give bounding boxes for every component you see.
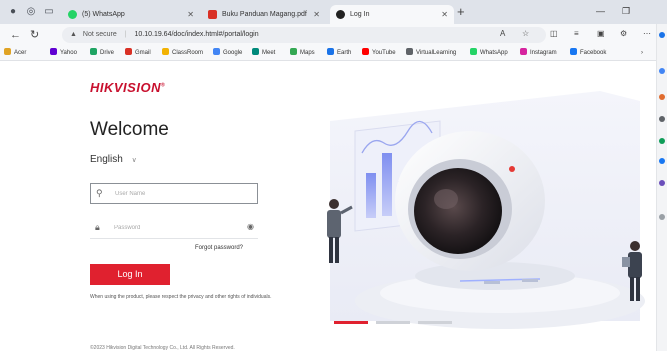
bookmark-classroom[interactable]: ClassRoom	[162, 48, 203, 59]
browser-tab-bar: ● ◎ ▭ (5) WhatsApp ✕ Buku Panduan Magang…	[0, 0, 667, 24]
tab-title: Buku Panduan Magang.pdf	[222, 11, 307, 18]
close-icon[interactable]: ✕	[187, 5, 194, 24]
bookmark-google[interactable]: Google	[213, 48, 242, 59]
carousel-dot[interactable]	[418, 321, 452, 324]
sidebar-games-icon[interactable]	[659, 138, 665, 144]
new-tab-icon[interactable]: +	[457, 4, 465, 20]
bookmark-whatsapp[interactable]: WhatsApp	[470, 48, 508, 59]
collections-icon[interactable]: ▣	[597, 29, 605, 38]
sidebar-add-icon[interactable]	[659, 214, 665, 220]
bookmark-acer[interactable]: Acer	[4, 48, 26, 59]
tab-title: (5) WhatsApp	[82, 11, 125, 18]
language-label: English	[90, 154, 123, 165]
tab-actions-icon[interactable]: ▭	[42, 5, 56, 19]
sidebar-copilot-icon[interactable]	[659, 32, 665, 38]
welcome-heading: Welcome	[90, 119, 169, 140]
password-field[interactable]: 🔒︎ ◉	[90, 218, 258, 239]
user-icon: ⚲	[96, 188, 103, 198]
bookmark-facebook[interactable]: Facebook	[570, 48, 606, 59]
sidebar-outlook-icon[interactable]	[659, 180, 665, 186]
close-icon[interactable]: ✕	[313, 5, 320, 24]
bookmarks-bar: Acer Yahoo Drive Gmail ClassRoom Google …	[0, 46, 667, 61]
login-page: HIKVISION® Welcome English ∨ ⚲ 🔒︎ ◉ Forg…	[0, 61, 656, 351]
login-button[interactable]: Log In	[90, 264, 170, 285]
carousel-dot[interactable]	[376, 321, 410, 324]
minimize-icon[interactable]: —	[596, 6, 605, 16]
camera-illustration	[395, 131, 545, 271]
extensions-icon[interactable]: ⚙	[620, 29, 627, 38]
warning-icon: ▲	[70, 31, 77, 38]
workspaces-icon[interactable]: ◎	[24, 5, 38, 19]
bookmark-yahoo[interactable]: Yahoo	[50, 48, 77, 59]
split-screen-icon[interactable]: ◫	[550, 29, 558, 38]
hide-password-icon[interactable]: ◉	[247, 222, 254, 231]
tab-login[interactable]: Log In ✕	[330, 5, 454, 24]
carousel-dot-active[interactable]	[334, 321, 368, 324]
url-text: 10.10.19.64/doc/index.html#/portal/login	[134, 31, 259, 38]
refresh-icon[interactable]: ↻	[30, 28, 39, 42]
camera-favicon-icon	[336, 10, 345, 19]
chevron-down-icon: ∨	[131, 157, 137, 164]
pdf-icon	[208, 10, 217, 19]
back-icon[interactable]: ←	[10, 28, 21, 42]
privacy-notice: When using the product, please respect t…	[90, 294, 272, 300]
device-box	[484, 281, 500, 284]
bookmark-drive[interactable]: Drive	[90, 48, 114, 59]
youtube-icon	[362, 48, 369, 55]
hero-illustration	[327, 91, 645, 329]
username-field[interactable]: ⚲	[90, 183, 258, 204]
tab-whatsapp[interactable]: (5) WhatsApp ✕	[62, 5, 200, 24]
bookmark-maps[interactable]: Maps	[290, 48, 315, 59]
sidebar-office-icon[interactable]	[659, 158, 665, 164]
drive-icon	[90, 48, 97, 55]
profile-icon[interactable]: ●	[6, 5, 20, 19]
whatsapp-icon	[68, 10, 77, 19]
whatsapp-icon	[470, 48, 477, 55]
google-icon	[213, 48, 220, 55]
copyright-text: ©2023 Hikvision Digital Technology Co., …	[90, 345, 235, 351]
more-bookmarks-icon[interactable]: ›	[641, 48, 643, 59]
restore-icon[interactable]: ❐	[622, 6, 630, 17]
device-box	[522, 279, 538, 282]
bookmark-gmail[interactable]: Gmail	[125, 48, 151, 59]
bookmark-instagram[interactable]: Instagram	[520, 48, 557, 59]
bookmark-earth[interactable]: Earth	[327, 48, 351, 59]
tab-title: Log In	[350, 11, 370, 18]
instagram-icon	[520, 48, 527, 55]
bookmark-virtuallearning[interactable]: VirtualLearning	[406, 48, 456, 59]
url-field[interactable]: ▲ Not secure | 10.10.19.64/doc/index.htm…	[62, 27, 546, 43]
username-input[interactable]	[115, 187, 235, 201]
hikvision-logo: HIKVISION®	[90, 80, 166, 95]
facebook-icon	[570, 48, 577, 55]
earth-icon	[327, 48, 334, 55]
bookmark-meet[interactable]: Meet	[252, 48, 275, 59]
lock-icon: 🔒︎	[95, 222, 100, 232]
not-secure-label: Not secure	[82, 31, 117, 38]
meet-icon	[252, 48, 259, 55]
address-bar-row: ← ↻ ▲ Not secure | 10.10.19.64/doc/index…	[0, 24, 667, 46]
yahoo-icon	[50, 48, 57, 55]
classroom-icon	[162, 48, 169, 55]
page-icon	[406, 48, 413, 55]
sidebar-tools-icon[interactable]	[659, 116, 665, 122]
edge-sidebar	[656, 24, 667, 351]
folder-icon	[4, 48, 11, 55]
close-icon[interactable]: ✕	[441, 5, 448, 24]
password-input[interactable]	[114, 221, 234, 235]
favorites-icon[interactable]: ≡	[574, 29, 579, 38]
language-select[interactable]: English ∨	[90, 154, 137, 165]
maps-icon	[290, 48, 297, 55]
more-menu-icon[interactable]: ⋯	[643, 29, 651, 38]
gmail-icon	[125, 48, 132, 55]
sidebar-shopping-icon[interactable]	[659, 94, 665, 100]
sidebar-search-icon[interactable]	[659, 68, 665, 74]
forgot-password-link[interactable]: Forgot password?	[195, 245, 243, 251]
read-aloud-icon[interactable]: A	[500, 29, 505, 38]
favorite-star-icon[interactable]: ☆	[522, 29, 529, 38]
bookmark-youtube[interactable]: YouTube	[362, 48, 396, 59]
tab-pdf[interactable]: Buku Panduan Magang.pdf ✕	[202, 5, 326, 24]
